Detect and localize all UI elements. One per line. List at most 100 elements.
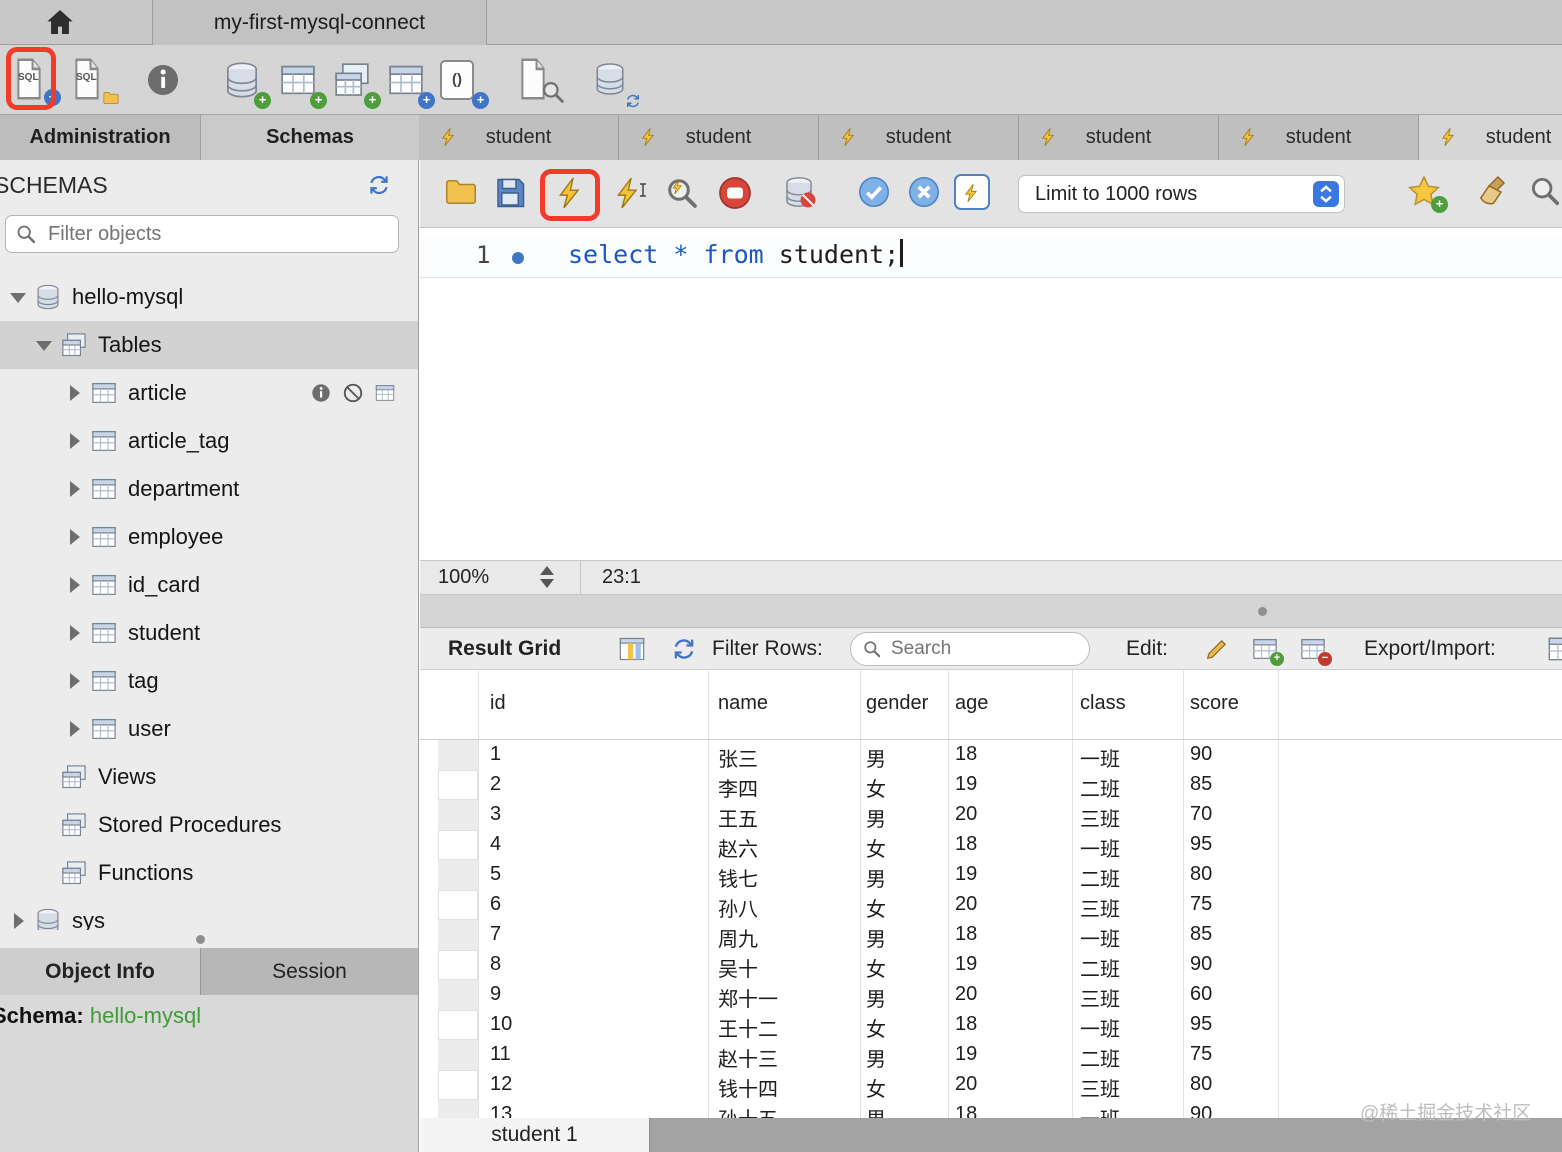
column-header-score[interactable]: score	[1190, 692, 1239, 715]
table-row[interactable]: 10王十二女18一班95	[420, 1010, 1562, 1040]
chevron-icon[interactable]	[64, 383, 84, 403]
zoom-stepper[interactable]	[540, 566, 554, 588]
tree-item[interactable]: article	[0, 369, 418, 417]
editor-tab[interactable]: student	[419, 115, 619, 160]
column-header-name[interactable]: name	[718, 692, 768, 715]
execute-statement-icon[interactable]	[554, 174, 588, 212]
table-row[interactable]: 4赵六女18一班95	[420, 830, 1562, 860]
editor-tab[interactable]: student	[1419, 115, 1562, 160]
tree-item[interactable]: Stored Procedures	[0, 801, 418, 849]
chevron-icon[interactable]	[34, 815, 54, 835]
chevron-icon[interactable]	[64, 575, 84, 595]
chevron-icon[interactable]	[34, 335, 54, 355]
reconnect-dbms-button[interactable]	[592, 60, 638, 108]
row-selector[interactable]	[438, 950, 478, 980]
chevron-icon[interactable]	[64, 479, 84, 499]
row-selector[interactable]	[438, 1100, 478, 1118]
tree-row-actions[interactable]	[310, 382, 396, 404]
limit-rows-select[interactable]: Limit to 1000 rows	[1018, 175, 1345, 213]
column-header-age[interactable]: age	[955, 692, 988, 715]
row-selector[interactable]	[438, 1070, 478, 1100]
row-selector[interactable]	[438, 800, 478, 830]
refresh-schemas-icon[interactable]	[366, 172, 392, 198]
stop-query-icon[interactable]	[716, 174, 754, 212]
table-row[interactable]: 5钱七男19二班80	[420, 860, 1562, 890]
chevron-icon[interactable]	[64, 527, 84, 547]
code-area[interactable]: 1 select * from student;	[420, 228, 1562, 560]
tab-session[interactable]: Session	[200, 948, 418, 995]
column-header-id[interactable]: id	[490, 692, 506, 715]
chevron-icon[interactable]	[34, 767, 54, 787]
row-selector[interactable]	[438, 890, 478, 920]
create-view-button[interactable]	[332, 60, 378, 108]
editor-tab[interactable]: student	[1219, 115, 1419, 160]
column-header-gender[interactable]: gender	[866, 692, 928, 715]
filter-rows-input[interactable]	[850, 632, 1090, 666]
explain-statement-icon[interactable]	[664, 174, 700, 212]
export-recordset-icon[interactable]	[1542, 633, 1562, 665]
execute-current-statement-icon[interactable]	[612, 174, 646, 212]
commit-icon[interactable]	[856, 174, 892, 210]
inspector-button[interactable]	[144, 61, 190, 109]
row-selector[interactable]	[438, 920, 478, 950]
table-row[interactable]: 11赵十三男19二班75	[420, 1040, 1562, 1070]
tree-item[interactable]: student	[0, 609, 418, 657]
autocommit-icon[interactable]	[954, 174, 990, 210]
table-row[interactable]: 2李四女19二班85	[420, 770, 1562, 800]
tree-item[interactable]: Functions	[0, 849, 418, 897]
tree-item[interactable]: user	[0, 705, 418, 753]
tree-item[interactable]: article_tag	[0, 417, 418, 465]
tree-item[interactable]: sys	[0, 897, 418, 930]
tree-item[interactable]: Views	[0, 753, 418, 801]
chevron-icon[interactable]	[64, 623, 84, 643]
search-data-button[interactable]	[516, 57, 562, 105]
row-selector[interactable]	[438, 980, 478, 1010]
row-selector[interactable]	[438, 1010, 478, 1040]
toggle-stop-on-error-icon[interactable]	[782, 174, 816, 210]
insert-row-icon[interactable]	[1250, 635, 1280, 663]
tab-schemas[interactable]: Schemas	[200, 115, 419, 160]
filter-objects-input[interactable]	[5, 215, 399, 253]
table-row[interactable]: 8吴十女19二班90	[420, 950, 1562, 980]
chevron-icon[interactable]	[64, 431, 84, 451]
tree-item[interactable]: department	[0, 465, 418, 513]
create-procedure-button[interactable]	[386, 60, 432, 108]
result-tab-student1[interactable]: student 1	[420, 1118, 650, 1152]
tree-item[interactable]: Tables	[0, 321, 418, 369]
chevron-icon[interactable]	[8, 911, 28, 930]
table-row[interactable]: 3王五男20三班70	[420, 800, 1562, 830]
row-selector[interactable]	[438, 1040, 478, 1070]
editor-tab[interactable]: student	[1019, 115, 1219, 160]
tab-administration[interactable]: Administration	[0, 115, 200, 160]
chevron-icon[interactable]	[64, 671, 84, 691]
new-sql-tab-button[interactable]: SQL	[12, 57, 58, 105]
create-function-button[interactable]: ()	[440, 60, 486, 108]
open-script-icon[interactable]	[442, 174, 480, 210]
delete-row-icon[interactable]	[1298, 635, 1328, 663]
edit-record-icon[interactable]	[1202, 635, 1232, 663]
favorite-snippet-icon[interactable]	[1406, 174, 1442, 210]
editor-tab[interactable]: student	[819, 115, 1019, 160]
tree-item[interactable]: employee	[0, 513, 418, 561]
tree-item[interactable]: hello-mysql	[0, 273, 418, 321]
chevron-icon[interactable]	[64, 719, 84, 739]
connection-tab[interactable]: my-first-mysql-connect	[152, 0, 487, 45]
row-selector[interactable]	[438, 860, 478, 890]
sidebar-splitter[interactable]	[0, 930, 418, 948]
tab-object-info[interactable]: Object Info	[0, 948, 200, 995]
tree-item[interactable]: tag	[0, 657, 418, 705]
tree-item[interactable]: id_card	[0, 561, 418, 609]
table-row[interactable]: 1张三男18一班90	[420, 740, 1562, 770]
table-row[interactable]: 7周九男18一班85	[420, 920, 1562, 950]
create-table-button[interactable]	[278, 60, 324, 108]
row-selector[interactable]	[438, 770, 478, 800]
chevron-icon[interactable]	[34, 863, 54, 883]
chevron-icon[interactable]	[8, 287, 28, 307]
panel-splitter[interactable]	[420, 595, 1562, 628]
column-header-class[interactable]: class	[1080, 692, 1126, 715]
save-script-icon[interactable]	[492, 174, 528, 212]
table-row[interactable]: 6孙八女20三班75	[420, 890, 1562, 920]
rollback-icon[interactable]	[906, 174, 942, 210]
row-selector[interactable]	[438, 830, 478, 860]
row-selector[interactable]	[438, 740, 478, 770]
